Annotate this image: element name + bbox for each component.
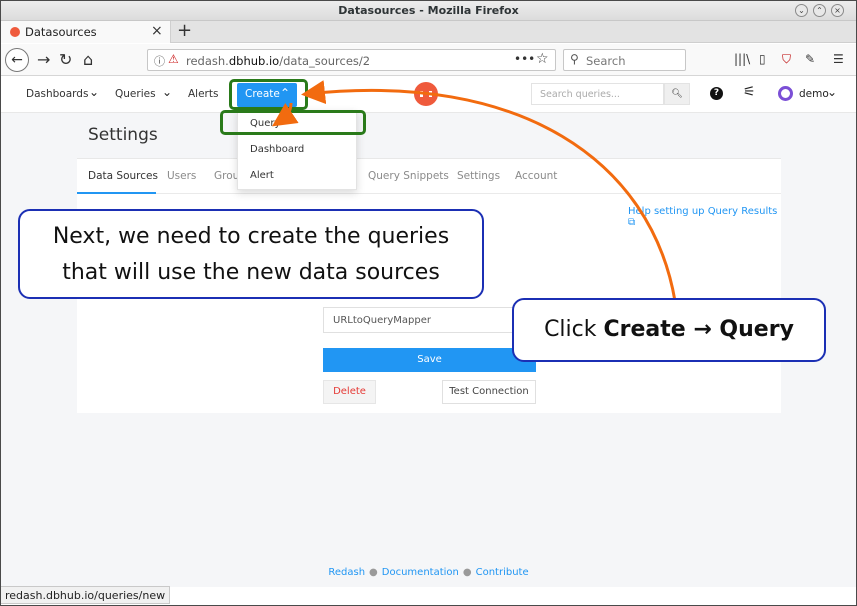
arrow-to-query — [272, 102, 299, 127]
firefox-window: Datasources - Mozilla Firefox ⌄ ⌃ × Data… — [0, 0, 857, 606]
callout-click-create-query: Click Create → Query — [512, 298, 826, 362]
callout-line-1: Next, we need to create the queries — [52, 224, 450, 249]
callout-line-2: that will use the new data sources — [62, 260, 440, 285]
callout-create-queries: Next, we need to create the queries that… — [18, 209, 484, 299]
